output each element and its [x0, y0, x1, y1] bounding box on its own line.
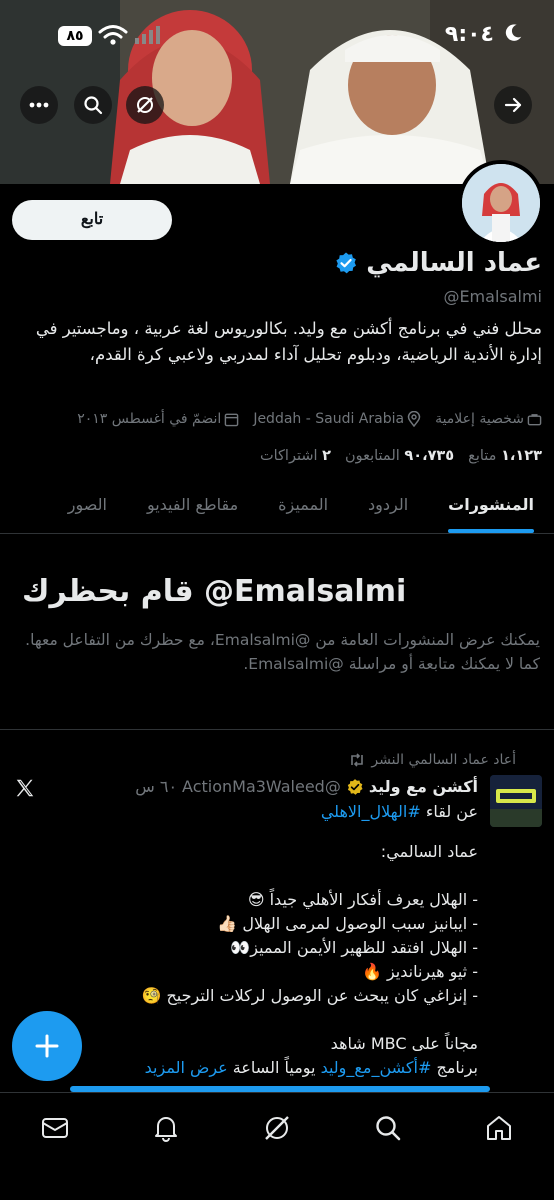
location-text: Jeddah - Saudi Arabia	[253, 411, 405, 427]
retweet-icon	[351, 753, 364, 767]
grok-icon	[265, 1115, 289, 1140]
following-label: متابع	[468, 448, 497, 464]
subscriptions-count: ٢	[322, 448, 331, 464]
tab-videos[interactable]: مقاطع الفيديو	[127, 478, 258, 533]
nav-search[interactable]	[372, 1112, 404, 1144]
profile-joined: انضمّ في أغسطس ٢٠١٣	[77, 411, 239, 427]
post-body: عماد السالمي: - الهلال يعرف أفكار الأهلي…	[141, 842, 478, 1053]
retweet-label: أعاد عماد السالمي النشر	[349, 752, 516, 768]
verified-badge-icon[interactable]	[334, 251, 358, 275]
following-stat[interactable]: ١،١٢٣ متابع	[468, 448, 542, 464]
home-icon	[486, 1115, 511, 1140]
avatar-photo	[462, 164, 540, 242]
grok-icon	[137, 97, 153, 113]
post-author-avatar[interactable]	[490, 775, 542, 827]
blocked-title: قام بحظرك @Emalsalmi	[22, 574, 407, 609]
section-divider	[0, 729, 554, 730]
tab-posts[interactable]: المنشورات	[428, 478, 554, 533]
post-last-prefix: برنامج	[431, 1058, 478, 1077]
show-more-link[interactable]: عرض المزيد	[145, 1058, 228, 1077]
more-button[interactable]	[20, 86, 58, 124]
blocked-body: يمكنك عرض المنشورات العامة من @Emalsalmi…	[25, 631, 540, 673]
post-time: ٦٠ س	[135, 777, 178, 796]
tab-highlights[interactable]: المميزة	[258, 478, 348, 533]
more-icon	[29, 102, 49, 108]
nav-notifications[interactable]	[150, 1112, 182, 1144]
x-logo-icon	[16, 779, 34, 797]
profile-stats: ١،١٢٣ متابع ٩٠،٧٣٥ المتابعون ٢ اشتراكات	[260, 448, 542, 464]
status-time: ٩:٠٤	[444, 22, 494, 47]
nav-messages[interactable]	[39, 1112, 71, 1144]
subscriptions-label: اشتراكات	[259, 448, 318, 464]
profile-meta: شخصية إعلامية Jeddah - Saudi Arabia انضم…	[12, 411, 542, 427]
profile-bio: محلل فني في برنامج أكشن مع وليد. بكالوري…	[35, 319, 542, 364]
wifi-icon	[98, 25, 128, 45]
followers-stat[interactable]: ٩٠،٧٣٥ المتابعون	[345, 448, 454, 464]
battery-indicator: ٨٥	[58, 26, 92, 46]
profile-handle: @Emalsalmi	[443, 287, 542, 306]
post-line-1: عن لقاء #الهلال_الاهلي	[8, 800, 478, 824]
bottom-nav	[0, 1092, 554, 1162]
follow-button[interactable]: تابع	[12, 200, 172, 240]
bell-icon	[155, 1116, 178, 1142]
briefcase-icon	[527, 413, 542, 425]
followers-count: ٩٠،٧٣٥	[404, 448, 455, 464]
profile-avatar[interactable]	[458, 160, 544, 246]
action-logo	[490, 775, 542, 827]
hashtag-link[interactable]: #الهلال_الاهلي	[321, 802, 421, 821]
followers-label: المتابعون	[344, 448, 400, 464]
status-bar: ٩:٠٤ ٨٥	[0, 0, 554, 70]
calendar-icon	[225, 413, 239, 426]
back-button[interactable]	[494, 86, 532, 124]
category-text: شخصية إعلامية	[435, 411, 524, 427]
tab-replies[interactable]: الردود	[348, 478, 428, 533]
subscriptions-stat[interactable]: ٢ اشتراكات	[260, 448, 331, 464]
joined-text: انضمّ في أغسطس ٢٠١٣	[77, 411, 222, 427]
post-author-name[interactable]: أكشن مع وليد	[369, 777, 478, 796]
hashtag-link-2[interactable]: #أكشن_مع_وليد	[321, 1058, 432, 1077]
tab-photos[interactable]: الصور	[48, 478, 127, 533]
search-icon	[84, 96, 103, 115]
profile-name-row: عماد السالمي	[334, 248, 542, 278]
arrow-right-icon	[504, 97, 522, 113]
post-header: أكشن مع وليد @ActionMa3Waleed ٦٠ س	[135, 777, 478, 796]
profile-category: شخصية إعلامية	[435, 411, 542, 427]
grok-button[interactable]	[126, 86, 164, 124]
nav-home[interactable]	[483, 1112, 515, 1144]
home-indicator-area	[0, 1162, 554, 1200]
signal-icon	[135, 26, 160, 44]
search-icon	[376, 1115, 401, 1140]
nav-grok[interactable]	[261, 1112, 293, 1144]
mail-icon	[42, 1117, 69, 1138]
search-button[interactable]	[74, 86, 112, 124]
post-author-handle: @ActionMa3Waleed	[182, 777, 341, 796]
retweet-text: أعاد عماد السالمي النشر	[371, 752, 516, 768]
profile-tabs: المنشورات الردود المميزة مقاطع الفيديو ا…	[0, 478, 554, 534]
plus-icon	[35, 1034, 59, 1058]
profile-name: عماد السالمي	[366, 248, 542, 278]
compose-button[interactable]	[12, 1011, 82, 1081]
moon-icon	[505, 24, 522, 41]
profile-location: Jeddah - Saudi Arabia	[253, 411, 421, 427]
verified-gold-icon	[347, 778, 363, 795]
post-line1-prefix: عن لقاء	[420, 802, 478, 821]
following-count: ١،١٢٣	[501, 448, 542, 464]
post-last-mid: يومياً الساعة	[227, 1058, 321, 1077]
location-pin-icon	[407, 411, 421, 427]
